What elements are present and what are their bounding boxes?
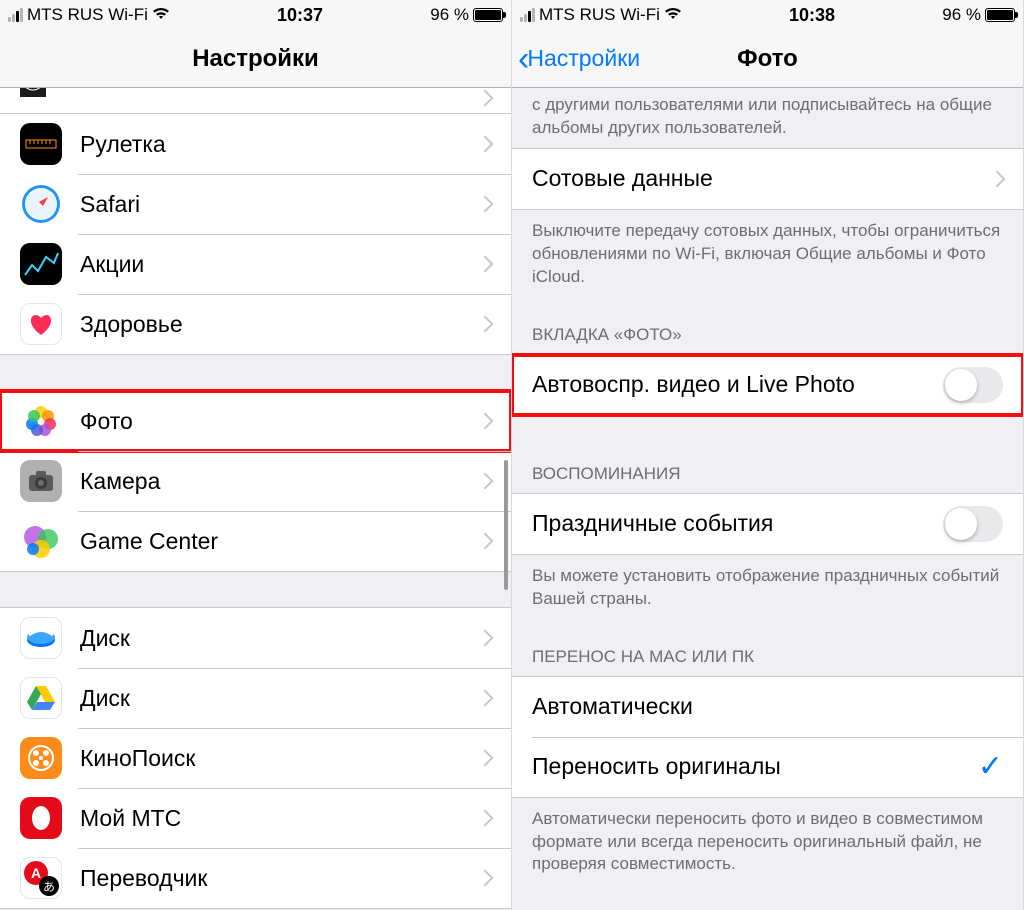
row-holiday-events[interactable]: Праздничные события bbox=[512, 494, 1023, 554]
chevron-icon bbox=[477, 690, 494, 707]
row-label: КиноПоиск bbox=[80, 745, 479, 772]
google-drive-icon bbox=[20, 677, 62, 719]
battery-icon bbox=[473, 8, 503, 22]
transfer-header: ПЕРЕНОС НА MAC ИЛИ ПК bbox=[512, 619, 1023, 676]
page-title: Настройки bbox=[192, 45, 319, 73]
chevron-icon bbox=[477, 316, 494, 333]
row-label: Safari bbox=[80, 191, 479, 218]
chevron-icon bbox=[477, 413, 494, 430]
row-label: Мой МТС bbox=[80, 805, 479, 832]
ruler-icon bbox=[20, 123, 62, 165]
page-title: Фото bbox=[737, 45, 798, 73]
photos-tab-header: ВКЛАДКА «ФОТО» bbox=[512, 297, 1023, 354]
row-photos[interactable]: Фото bbox=[0, 391, 511, 451]
status-bar: MTS RUS Wi-Fi 10:38 96 % bbox=[512, 0, 1023, 30]
scroll-indicator[interactable] bbox=[504, 460, 508, 590]
safari-icon bbox=[20, 183, 62, 225]
photos-icon bbox=[20, 400, 62, 442]
signal-icon bbox=[520, 8, 535, 22]
navbar: Настройки bbox=[0, 30, 511, 88]
row-cellular-data[interactable]: Сотовые данные bbox=[512, 149, 1023, 209]
chevron-icon bbox=[477, 256, 494, 273]
row-label: Game Center bbox=[80, 528, 479, 555]
row-label: Автовоспр. видео и Live Photo bbox=[532, 371, 943, 398]
carrier-label: MTS RUS Wi-Fi bbox=[539, 5, 660, 25]
back-button[interactable]: ‹ Настройки bbox=[518, 30, 640, 87]
signal-icon bbox=[8, 8, 23, 22]
status-bar: MTS RUS Wi-Fi 10:37 96 % bbox=[0, 0, 511, 30]
clock: 10:37 bbox=[277, 5, 323, 26]
clock: 10:38 bbox=[789, 5, 835, 26]
chevron-icon bbox=[477, 810, 494, 827]
row-label: Переводчик bbox=[80, 865, 479, 892]
autoplay-toggle[interactable] bbox=[943, 367, 1003, 403]
row-label: Здоровье bbox=[80, 311, 479, 338]
carrier-label: MTS RUS Wi-Fi bbox=[27, 5, 148, 25]
row-label: Сотовые данные bbox=[532, 165, 991, 192]
kinopoisk-icon bbox=[20, 737, 62, 779]
row-label: Акции bbox=[80, 251, 479, 278]
navbar: ‹ Настройки Фото bbox=[512, 30, 1023, 88]
health-icon bbox=[20, 303, 62, 345]
gamecenter-icon bbox=[20, 520, 62, 562]
compass-icon bbox=[20, 88, 46, 97]
row-translator[interactable]: Aあ Переводчик bbox=[0, 848, 511, 908]
chevron-icon bbox=[477, 90, 494, 107]
settings-scroll[interactable]: Рулетка Safari Акции bbox=[0, 88, 511, 910]
back-label: Настройки bbox=[527, 45, 640, 72]
row-kinopoisk[interactable]: КиноПоиск bbox=[0, 728, 511, 788]
row-label: Фото bbox=[80, 408, 479, 435]
stocks-icon bbox=[20, 243, 62, 285]
screen-settings-list: MTS RUS Wi-Fi 10:37 96 % Настройки Ру bbox=[0, 0, 512, 910]
row-gamecenter[interactable]: Game Center bbox=[0, 511, 511, 571]
battery-percent: 96 % bbox=[430, 5, 469, 25]
chevron-icon bbox=[989, 170, 1006, 187]
row-ruler[interactable]: Рулетка bbox=[0, 114, 511, 174]
holiday-footer: Вы можете установить отображение праздни… bbox=[512, 555, 1023, 619]
screen-photos-settings: MTS RUS Wi-Fi 10:38 96 % ‹ Настройки Фот… bbox=[512, 0, 1024, 910]
chevron-icon bbox=[477, 630, 494, 647]
transfer-footer: Автоматически переносить фото и видео в … bbox=[512, 798, 1023, 885]
row-transfer-originals[interactable]: Переносить оригиналы ✓ bbox=[512, 737, 1023, 797]
row-label: Камера bbox=[80, 468, 479, 495]
row-label: Переносить оригиналы bbox=[532, 753, 978, 780]
row-label: Автоматически bbox=[532, 693, 1003, 720]
chevron-icon bbox=[477, 750, 494, 767]
memories-header: ВОСПОМИНАНИЯ bbox=[512, 416, 1023, 493]
row-compass-cut[interactable] bbox=[0, 88, 511, 114]
chevron-icon bbox=[477, 196, 494, 213]
camera-icon bbox=[20, 460, 62, 502]
row-autoplay[interactable]: Автовоспр. видео и Live Photo bbox=[512, 355, 1023, 415]
row-label: Диск bbox=[80, 685, 479, 712]
row-label: Праздничные события bbox=[532, 510, 943, 537]
row-google-drive[interactable]: Диск bbox=[0, 668, 511, 728]
mymts-icon bbox=[20, 797, 62, 839]
svg-text:あ: あ bbox=[43, 880, 55, 894]
wifi-icon bbox=[664, 5, 682, 25]
wifi-icon bbox=[152, 5, 170, 25]
row-transfer-auto[interactable]: Автоматически bbox=[512, 677, 1023, 737]
row-yandex-disk[interactable]: Диск bbox=[0, 608, 511, 668]
holiday-toggle[interactable] bbox=[943, 506, 1003, 542]
cellular-footer: Выключите передачу сотовых данных, чтобы… bbox=[512, 210, 1023, 297]
yandex-disk-icon bbox=[20, 617, 62, 659]
chevron-icon bbox=[477, 533, 494, 550]
translator-icon: Aあ bbox=[20, 857, 62, 899]
row-label: Диск bbox=[80, 625, 479, 652]
battery-percent: 96 % bbox=[942, 5, 981, 25]
row-mymts[interactable]: Мой МТС bbox=[0, 788, 511, 848]
photos-scroll[interactable]: с другими пользователями или подписывайт… bbox=[512, 88, 1023, 910]
row-safari[interactable]: Safari bbox=[0, 174, 511, 234]
checkmark-icon: ✓ bbox=[978, 749, 1003, 784]
battery-icon bbox=[985, 8, 1015, 22]
row-stocks[interactable]: Акции bbox=[0, 234, 511, 294]
row-camera[interactable]: Камера bbox=[0, 451, 511, 511]
shared-albums-footer: с другими пользователями или подписывайт… bbox=[512, 88, 1023, 148]
svg-text:A: A bbox=[31, 865, 41, 881]
chevron-icon bbox=[477, 473, 494, 490]
chevron-icon bbox=[477, 136, 494, 153]
row-label: Рулетка bbox=[80, 131, 479, 158]
chevron-icon bbox=[477, 870, 494, 887]
row-health[interactable]: Здоровье bbox=[0, 294, 511, 354]
